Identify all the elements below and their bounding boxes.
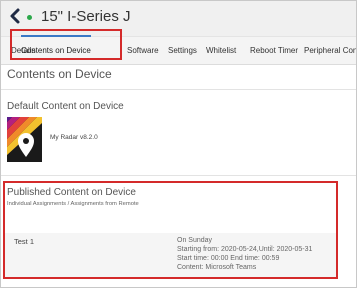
assignment-name: Test 1 bbox=[14, 237, 35, 246]
page-title: 15" I-Series J bbox=[41, 8, 131, 25]
my-radar-app-icon[interactable] bbox=[7, 117, 42, 162]
highlight-box-tab bbox=[10, 29, 122, 60]
tab-whitelist[interactable]: Whitelist bbox=[206, 37, 236, 64]
device-page: 15" I-Series J Details Contents on Devic… bbox=[0, 0, 357, 288]
schedule-dates: Starting from: 2020-05-24,Until: 2020-05… bbox=[177, 246, 313, 253]
tab-settings[interactable]: Settings bbox=[168, 37, 197, 64]
status-dot-icon bbox=[27, 15, 32, 20]
schedule-day: On Sunday bbox=[177, 237, 213, 244]
divider bbox=[1, 89, 356, 90]
tab-reboot-timer[interactable]: Reboot Timer bbox=[250, 37, 298, 64]
tab-peripheral-con[interactable]: Peripheral Con bbox=[304, 37, 356, 64]
published-content-heading: Published Content on Device bbox=[7, 187, 136, 198]
schedule-times: Start time: 00:00 End time: 00:59 bbox=[177, 255, 280, 262]
list-item[interactable] bbox=[5, 233, 336, 277]
default-app-name: My Radar v8.2.0 bbox=[50, 134, 98, 141]
default-content-heading: Default Content on Device bbox=[7, 101, 124, 112]
tab-software[interactable]: Software bbox=[127, 37, 159, 64]
schedule-content: Content: Microsoft Teams bbox=[177, 264, 257, 271]
published-content-subheading: Individual Assignments / Assignments fro… bbox=[7, 201, 139, 207]
section-title: Contents on Device bbox=[7, 67, 112, 81]
back-chevron-icon[interactable] bbox=[8, 7, 22, 25]
divider bbox=[1, 175, 356, 176]
